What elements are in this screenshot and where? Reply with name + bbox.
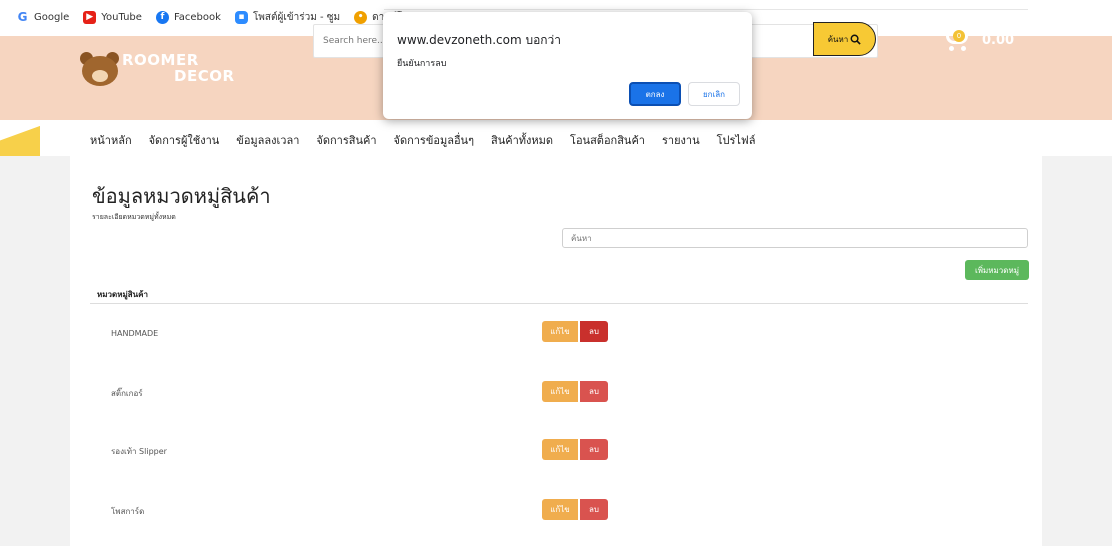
delete-button[interactable]: ลบ <box>580 499 608 520</box>
youtube-icon: ▶ <box>83 10 97 24</box>
nav-accent <box>0 120 40 156</box>
dialog-ok-button[interactable]: ตกลง <box>629 82 681 106</box>
nav-item-products[interactable]: จัดการสินค้า <box>316 131 376 149</box>
nav-item-other-data[interactable]: จัดการข้อมูลอื่นๆ <box>394 131 475 149</box>
cart-icon: 0 <box>940 22 974 54</box>
delete-button[interactable]: ลบ <box>580 321 608 342</box>
delete-button[interactable]: ลบ <box>580 439 608 460</box>
page-subtitle: รายละเอียดหมวดหมู่ทั้งหมด <box>92 213 176 221</box>
confirm-dialog: www.devzoneth.com บอกว่า ยืนยันการลบ ตกล… <box>383 12 752 119</box>
dialog-cancel-button[interactable]: ยกเลิก <box>688 82 740 106</box>
edit-button[interactable]: แก้ไข <box>542 439 578 460</box>
zoom-icon: ▪ <box>234 10 248 24</box>
nav-item-profile[interactable]: โปรไฟล์ <box>717 131 756 149</box>
bookmark-facebook[interactable]: f Facebook <box>155 10 221 24</box>
delete-button[interactable]: ลบ <box>580 381 608 402</box>
google-icon: G <box>17 10 28 24</box>
cart-badge: 0 <box>953 30 965 42</box>
bookmark-label: โพสต์ผู้เข้าร่วม - ซูม <box>252 11 341 23</box>
dialog-message: ยืนยันการลบ <box>397 59 447 69</box>
cart-total: 0.00 <box>982 33 1015 48</box>
nav-item-users[interactable]: จัดการผู้ใช้งาน <box>149 131 220 149</box>
dialog-origin: www.devzoneth.com บอกว่า <box>397 33 562 47</box>
main-nav: หน้าหลัก จัดการผู้ใช้งาน ข้อมูลลงเวลา จั… <box>0 120 1112 156</box>
logo-line2: DECOR <box>174 67 235 85</box>
page-title: ข้อมูลหมวดหมู่สินค้า <box>92 184 271 208</box>
content-panel <box>70 156 1042 546</box>
bookmark-google[interactable]: G Google <box>16 10 70 24</box>
bookmark-label: Google <box>34 11 70 23</box>
nav-item-home[interactable]: หน้าหลัก <box>90 131 132 149</box>
facebook-icon: f <box>155 10 169 24</box>
category-name: สติ๊กเกอร์ <box>111 389 143 398</box>
folder-icon: • <box>354 10 368 24</box>
column-header-category: หมวดหมู่สินค้า <box>97 290 148 299</box>
table-divider <box>90 303 1028 304</box>
site-logo[interactable]: ROOMER DECOR <box>78 48 235 88</box>
cart-summary: Shopping Cart 0.00 <box>982 22 1039 48</box>
bookmark-youtube[interactable]: ▶ YouTube <box>83 10 142 24</box>
logo-line1: ROOMER <box>122 51 199 69</box>
edit-button[interactable]: แก้ไข <box>542 499 578 520</box>
search-button-label: ค้นหา <box>827 34 849 44</box>
cart-title: Shopping Cart <box>982 22 1040 31</box>
nav-item-stock-transfer[interactable]: โอนสต็อกสินค้า <box>570 131 645 149</box>
nav-item-timesheet[interactable]: ข้อมูลลงเวลา <box>236 131 299 149</box>
bookmark-label: YouTube <box>101 11 142 23</box>
nav-item-all-products[interactable]: สินค้าทั้งหมด <box>491 131 553 149</box>
edit-button[interactable]: แก้ไข <box>542 381 578 402</box>
search-icon <box>850 34 861 45</box>
category-name: HANDMADE <box>111 329 159 338</box>
bear-logo-icon <box>78 48 122 88</box>
bookmark-zoom[interactable]: ▪ โพสต์ผู้เข้าร่วม - ซูม <box>234 10 341 25</box>
divider <box>384 9 1028 10</box>
shopping-cart[interactable]: 0 Shopping Cart 0.00 <box>940 22 1039 54</box>
search-button[interactable]: ค้นหา <box>813 22 876 56</box>
category-name: รองเท้า Slipper <box>111 447 167 456</box>
add-category-button[interactable]: เพิ่มหมวดหมู่ <box>965 260 1029 280</box>
nav-item-reports[interactable]: รายงาน <box>662 131 700 149</box>
edit-button[interactable]: แก้ไข <box>542 321 578 342</box>
logo-text: ROOMER DECOR <box>122 52 235 84</box>
category-name: โพสการ์ด <box>111 507 145 516</box>
filter-input[interactable] <box>562 228 1028 248</box>
bookmark-label: Facebook <box>173 11 221 23</box>
